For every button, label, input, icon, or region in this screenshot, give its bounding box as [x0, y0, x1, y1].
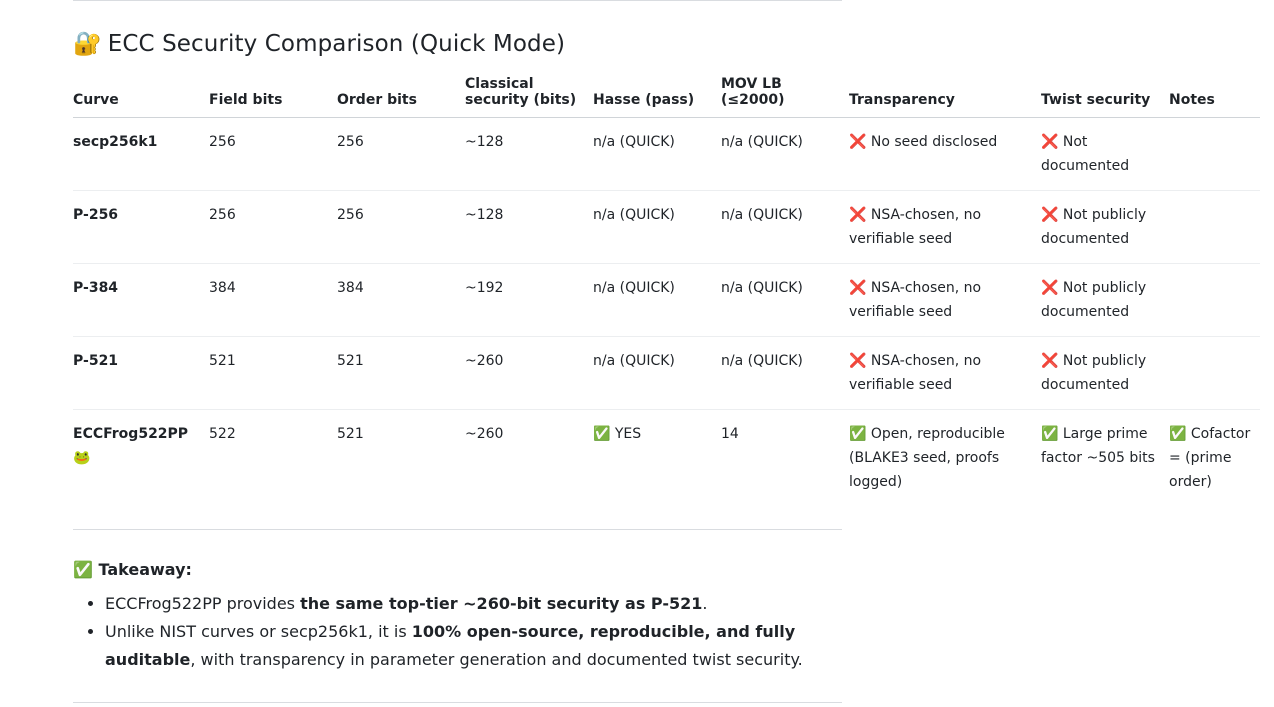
table-row: secp256k1 256 256 ~128 n/a (QUICK) n/a (… [73, 117, 1260, 191]
table-cell: ✅ Cofactor = (prime order) [1169, 426, 1251, 490]
bullet-text: ECCFrog522PP provides [105, 594, 301, 613]
curve-cell: P-384 [73, 263, 209, 337]
comparison-table: Curve Field bits Order bits Classical se… [73, 76, 1260, 506]
table-header-row: Curve Field bits Order bits Classical se… [73, 76, 1260, 118]
table-row: P-384 384 384 ~192 n/a (QUICK) n/a (QUIC… [73, 263, 1260, 337]
column-header: Curve [73, 76, 209, 118]
table-cell: n/a (QUICK) [593, 190, 721, 264]
list-item: Unlike NIST curves or secp256k1, it is 1… [105, 618, 865, 674]
lock-icon: 🔐 [73, 31, 102, 57]
section-heading: 🔐 ECC Security Comparison (Quick Mode) [73, 30, 565, 57]
table-cell: n/a (QUICK) [593, 117, 721, 191]
table-cell: ❌ No seed disclosed [849, 117, 1041, 191]
table-cell: 521 [337, 426, 364, 442]
curve-cell: secp256k1 [73, 117, 209, 191]
table-cell: 384 [209, 263, 337, 337]
table-cell: n/a (QUICK) [721, 336, 849, 410]
table-cell: ~260 [465, 336, 593, 410]
bullet-text: . [702, 594, 708, 613]
curve-cell: P-256 [73, 190, 209, 264]
table-cell: 256 [209, 117, 337, 191]
table-cell: 384 [337, 263, 465, 337]
takeaway-list: ECCFrog522PP provides the same top-tier … [73, 590, 865, 674]
table-cell: ❌ Not publicly documented [1041, 263, 1169, 337]
bullet-emphasis: the same top-tier ~260-bit security as P… [300, 594, 703, 613]
column-header: MOV LB (≤2000) [721, 76, 849, 118]
column-header: Classical security (bits) [465, 76, 593, 118]
table-cell: ✅ Large prime factor ~505 bits [1041, 426, 1155, 466]
table-cell: ❌ NSA-chosen, no verifiable seed [849, 336, 1041, 410]
table-cell [1169, 336, 1260, 410]
table-cell: 522 [209, 426, 236, 442]
table-row: ECCFrog522PP 🐸 522 521 ~260 ✅ YES 14 ✅ O… [73, 410, 1260, 507]
table-cell: 521 [337, 336, 465, 410]
table-cell: ✅ Open, reproducible (BLAKE3 seed, proof… [849, 426, 1005, 490]
table-cell: n/a (QUICK) [721, 263, 849, 337]
curve-cell: P-521 [73, 336, 209, 410]
curve-cell: ECCFrog522PP 🐸 [73, 426, 189, 466]
table-cell: 521 [209, 336, 337, 410]
table-cell: 256 [337, 190, 465, 264]
table-cell: 14 [721, 426, 739, 442]
table-cell: n/a (QUICK) [721, 117, 849, 191]
list-item: ECCFrog522PP provides the same top-tier … [105, 590, 865, 618]
table-cell: ~128 [465, 190, 593, 264]
table-cell: ~192 [465, 263, 593, 337]
table-cell [1169, 190, 1260, 264]
table-cell [1169, 117, 1260, 191]
column-header: Twist security [1041, 76, 1169, 118]
table-cell: ❌ Not documented [1041, 117, 1169, 191]
table-cell: ❌ NSA-chosen, no verifiable seed [849, 190, 1041, 264]
column-header: Notes [1169, 76, 1260, 118]
section-heading-text: ECC Security Comparison (Quick Mode) [107, 31, 566, 57]
table-cell: ❌ Not publicly documented [1041, 190, 1169, 264]
column-header: Hasse (pass) [593, 76, 721, 118]
table-cell [1169, 263, 1260, 337]
bottom-divider [73, 702, 842, 703]
table-cell: 256 [209, 190, 337, 264]
table-cell: 256 [337, 117, 465, 191]
bullet-text: Unlike NIST curves or secp256k1, it is [105, 622, 412, 641]
table-cell: ❌ Not publicly documented [1041, 336, 1169, 410]
top-divider [73, 0, 842, 1]
column-header: Transparency [849, 76, 1041, 118]
table-row: P-521 521 521 ~260 n/a (QUICK) n/a (QUIC… [73, 336, 1260, 410]
middle-divider [73, 529, 842, 530]
takeaway-title: ✅ Takeaway: [73, 560, 192, 579]
table-cell: ✅ YES [593, 426, 642, 442]
table-cell: ~128 [465, 117, 593, 191]
table-cell: ~260 [465, 426, 504, 442]
table-cell: n/a (QUICK) [721, 190, 849, 264]
bullet-text: , with transparency in parameter generat… [190, 650, 803, 669]
column-header: Field bits [209, 76, 337, 118]
table-cell: ❌ NSA-chosen, no verifiable seed [849, 263, 1041, 337]
column-header: Order bits [337, 76, 465, 118]
table-cell: n/a (QUICK) [593, 263, 721, 337]
table-cell: n/a (QUICK) [593, 336, 721, 410]
table-row: P-256 256 256 ~128 n/a (QUICK) n/a (QUIC… [73, 190, 1260, 264]
